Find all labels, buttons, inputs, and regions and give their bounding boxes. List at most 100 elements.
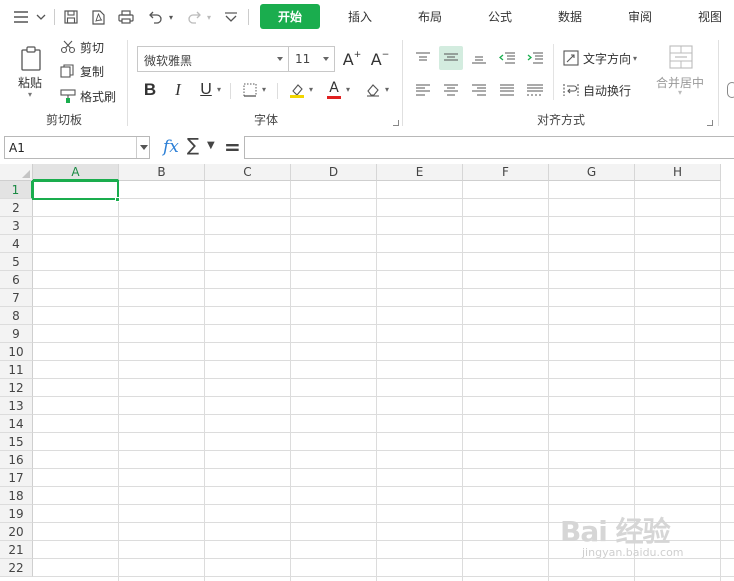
row-header-3[interactable]: 3 <box>0 217 33 235</box>
italic-button[interactable]: I <box>167 79 189 101</box>
row-header-15[interactable]: 15 <box>0 433 33 451</box>
undo-dropdown-icon[interactable]: ▾ <box>166 6 176 28</box>
undo-icon[interactable] <box>146 6 166 28</box>
autosum-dropdown-icon[interactable]: ▼ <box>207 140 215 151</box>
tab-insert[interactable]: 插入 <box>340 4 380 29</box>
font-dialog-launcher-icon[interactable] <box>393 120 399 126</box>
row-header-6[interactable]: 6 <box>0 271 33 289</box>
align-right-icon[interactable] <box>468 79 490 101</box>
cut-button[interactable]: 剪切 <box>60 38 104 56</box>
clear-format-icon[interactable] <box>363 80 383 100</box>
clear-format-dropdown-icon[interactable]: ▾ <box>385 85 389 94</box>
column-header-c[interactable]: C <box>205 164 291 181</box>
decrease-font-size-button[interactable]: A − <box>369 48 391 70</box>
fill-color-icon[interactable] <box>287 80 307 100</box>
row-header-2[interactable]: 2 <box>0 199 33 217</box>
save-icon[interactable] <box>62 6 80 28</box>
wrap-text-button[interactable]: 自动换行 <box>563 81 631 99</box>
tab-review[interactable]: 审阅 <box>620 4 660 29</box>
underline-dropdown-icon[interactable]: ▾ <box>217 85 221 94</box>
alignment-dialog-launcher-icon[interactable] <box>707 120 713 126</box>
row-header-21[interactable]: 21 <box>0 541 33 559</box>
paste-icon[interactable] <box>17 44 45 74</box>
row-header-13[interactable]: 13 <box>0 397 33 415</box>
paste-label: 粘贴 <box>18 76 43 90</box>
tab-formulas[interactable]: 公式 <box>480 4 520 29</box>
formula-input[interactable] <box>244 136 734 159</box>
print-icon[interactable] <box>116 6 136 28</box>
row-header-12[interactable]: 12 <box>0 379 33 397</box>
align-left-icon[interactable] <box>412 79 434 101</box>
paste-button[interactable]: 粘贴 <box>18 74 42 91</box>
row-header-22[interactable]: 22 <box>0 559 33 577</box>
text-direction-button[interactable]: 文字方向 ▾ <box>563 49 637 67</box>
redo-dropdown-icon[interactable]: ▾ <box>204 6 214 28</box>
font-color-dropdown-icon[interactable]: ▾ <box>346 85 350 94</box>
row-header-7[interactable]: 7 <box>0 289 33 307</box>
paste-dropdown-icon[interactable]: ▾ <box>28 90 32 99</box>
format-painter-button[interactable]: 格式刷 <box>60 87 116 105</box>
next-group-partial-icon <box>727 82 734 98</box>
row-header-14[interactable]: 14 <box>0 415 33 433</box>
redo-icon[interactable] <box>184 6 204 28</box>
align-center-icon[interactable] <box>440 79 462 101</box>
merge-center-dropdown-icon[interactable]: ▾ <box>678 88 682 97</box>
align-middle-button[interactable] <box>439 46 463 70</box>
fill-color-dropdown-icon[interactable]: ▾ <box>309 85 313 94</box>
column-header-d[interactable]: D <box>291 164 377 181</box>
chevron-down-icon: ▾ <box>633 53 638 63</box>
column-header-g[interactable]: G <box>549 164 635 181</box>
equals-icon[interactable]: = <box>224 135 241 159</box>
font-color-button[interactable]: A <box>324 79 344 101</box>
row-header-10[interactable]: 10 <box>0 343 33 361</box>
borders-icon[interactable] <box>240 80 260 100</box>
row-header-20[interactable]: 20 <box>0 523 33 541</box>
hamburger-menu-icon[interactable] <box>12 6 30 28</box>
export-pdf-icon[interactable] <box>89 6 107 28</box>
tab-data[interactable]: 数据 <box>550 4 590 29</box>
row-header-18[interactable]: 18 <box>0 487 33 505</box>
copy-button[interactable]: 复制 <box>60 62 104 80</box>
column-header-h[interactable]: H <box>635 164 721 181</box>
borders-dropdown-icon[interactable]: ▾ <box>262 85 266 94</box>
chevron-down-icon[interactable] <box>34 6 48 28</box>
font-name-select[interactable]: 微软雅黑 <box>137 46 289 72</box>
row-header-8[interactable]: 8 <box>0 307 33 325</box>
increase-indent-icon[interactable] <box>524 46 546 70</box>
row-header-11[interactable]: 11 <box>0 361 33 379</box>
column-header-a[interactable]: A <box>33 164 119 181</box>
column-gridline <box>376 181 377 581</box>
underline-button[interactable]: U <box>195 79 217 101</box>
decrease-indent-icon[interactable] <box>496 46 518 70</box>
column-header-f[interactable]: F <box>463 164 549 181</box>
column-header-b[interactable]: B <box>119 164 205 181</box>
increase-font-size-button[interactable]: A + <box>341 48 363 70</box>
row-header-19[interactable]: 19 <box>0 505 33 523</box>
select-all-button[interactable] <box>0 164 33 181</box>
align-top-icon[interactable] <box>412 46 434 70</box>
merge-center-icon[interactable] <box>668 44 694 70</box>
row-header-16[interactable]: 16 <box>0 451 33 469</box>
align-bottom-icon[interactable] <box>468 46 490 70</box>
row-header-17[interactable]: 17 <box>0 469 33 487</box>
customize-toolbar-icon[interactable] <box>222 6 240 28</box>
tab-view[interactable]: 视图 <box>690 4 730 29</box>
row-header-5[interactable]: 5 <box>0 253 33 271</box>
row-header-9[interactable]: 9 <box>0 325 33 343</box>
bold-button[interactable]: B <box>139 79 161 101</box>
column-header-e[interactable]: E <box>377 164 463 181</box>
insert-function-icon[interactable]: fx <box>163 137 179 157</box>
fill-handle[interactable] <box>115 197 120 202</box>
active-cell-a1[interactable] <box>32 180 119 200</box>
justify-icon[interactable] <box>496 79 518 101</box>
row-gridline <box>33 576 734 577</box>
tab-layout[interactable]: 布局 <box>410 4 450 29</box>
autosum-icon[interactable]: ∑ <box>187 135 199 156</box>
tab-home[interactable]: 开始 <box>260 4 320 29</box>
name-box[interactable]: A1 <box>4 136 150 159</box>
row-header-1[interactable]: 1 <box>0 181 33 199</box>
font-size-select[interactable]: 11 <box>289 46 335 72</box>
distributed-align-icon[interactable] <box>524 79 546 101</box>
name-box-dropdown-button[interactable] <box>136 137 150 158</box>
row-header-4[interactable]: 4 <box>0 235 33 253</box>
